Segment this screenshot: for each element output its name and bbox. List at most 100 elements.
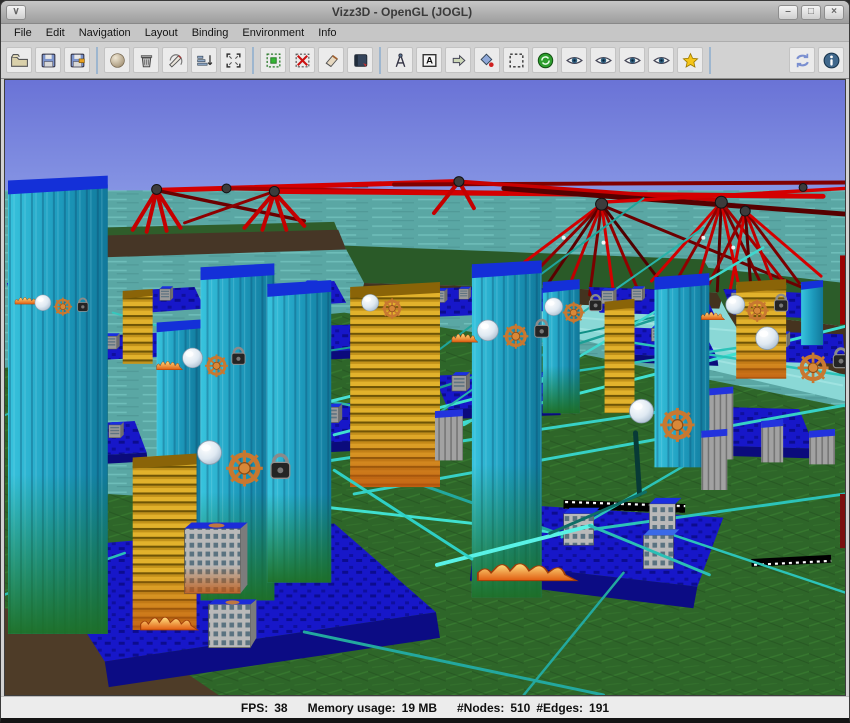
eraser-icon xyxy=(322,51,341,70)
selection-box-icon xyxy=(507,51,526,70)
sync-icon xyxy=(793,51,812,70)
node-filter-button[interactable] xyxy=(474,47,500,73)
ship-wheel-gear-icon xyxy=(660,408,694,442)
open-button[interactable] xyxy=(6,47,32,73)
glass-tower-large[interactable] xyxy=(8,176,108,634)
visibility-4-button[interactable] xyxy=(648,47,674,73)
reset-view-icon xyxy=(536,51,555,70)
sky xyxy=(5,80,845,194)
glass-sphere-icon xyxy=(477,320,498,341)
glass-sphere-icon xyxy=(630,399,654,423)
menu-environment[interactable]: Environment xyxy=(235,26,311,40)
window-menu-button[interactable]: ∨ xyxy=(6,5,26,20)
selection-add-icon xyxy=(264,51,283,70)
ship-wheel-gear-icon xyxy=(205,354,228,377)
select-area-button[interactable] xyxy=(260,47,286,73)
svg-text:A: A xyxy=(426,55,433,66)
scene-svg xyxy=(5,80,845,695)
nodes-value: 510 xyxy=(510,701,530,715)
swap-views-button[interactable] xyxy=(789,47,815,73)
edges-value: 191 xyxy=(589,701,609,715)
nodes-label: #Nodes: xyxy=(457,701,504,715)
maximize-button[interactable]: □ xyxy=(801,5,821,20)
memory-label: Memory usage: xyxy=(308,701,396,715)
add-sphere-button[interactable] xyxy=(104,47,130,73)
measure-button[interactable] xyxy=(387,47,413,73)
close-button[interactable]: × xyxy=(824,5,844,20)
paintbrush-icon xyxy=(166,51,185,70)
reset-view-button[interactable] xyxy=(532,47,558,73)
sort-layers-button[interactable] xyxy=(191,47,217,73)
save-as-button[interactable] xyxy=(64,47,90,73)
menu-edit[interactable]: Edit xyxy=(39,26,72,40)
eraser-button[interactable] xyxy=(318,47,344,73)
titlebar[interactable]: ∨ Vizz3D - OpenGL (JOGL) – □ × xyxy=(1,1,849,24)
step-forward-button[interactable] xyxy=(445,47,471,73)
trash-icon xyxy=(137,51,156,70)
toolbar-separator xyxy=(379,47,381,74)
visibility-3-button[interactable] xyxy=(619,47,645,73)
menu-file[interactable]: File xyxy=(7,26,39,40)
selection-box-button[interactable] xyxy=(503,47,529,73)
fit-view-icon xyxy=(224,51,243,70)
ship-wheel-gear-icon xyxy=(503,324,528,349)
arrow-right-icon xyxy=(449,51,468,70)
glass-sphere-icon xyxy=(756,327,779,350)
edges-label: #Edges: xyxy=(536,701,583,715)
text-label-icon: A xyxy=(420,51,439,70)
ship-wheel-gear-icon xyxy=(226,450,263,486)
menubar: File Edit Navigation Layout Binding Envi… xyxy=(1,24,849,42)
ship-wheel-gear-icon xyxy=(563,302,585,324)
gl-viewport[interactable] xyxy=(4,79,846,696)
info-button[interactable] xyxy=(818,47,844,73)
eye-icon xyxy=(623,51,642,70)
window-title: Vizz3D - OpenGL (JOGL) xyxy=(26,5,778,19)
ship-wheel-gear-icon xyxy=(746,299,769,322)
eye-icon xyxy=(565,51,584,70)
notebook-button[interactable] xyxy=(347,47,373,73)
fit-to-view-button[interactable] xyxy=(220,47,246,73)
folder-open-icon xyxy=(10,51,29,70)
glass-sphere-icon xyxy=(183,348,203,368)
text-label-button[interactable]: A xyxy=(416,47,442,73)
memory-value: 19 MB xyxy=(402,701,437,715)
save-button[interactable] xyxy=(35,47,61,73)
toolbar-separator xyxy=(96,47,98,74)
menu-navigation[interactable]: Navigation xyxy=(72,26,138,40)
statusbar: FPS: 38 Memory usage: 19 MB #Nodes: 510 #Ed… xyxy=(1,696,849,718)
info-icon xyxy=(822,51,841,70)
minimize-button[interactable]: – xyxy=(778,5,798,20)
glass-sphere-icon xyxy=(545,298,563,316)
favorites-button[interactable] xyxy=(677,47,703,73)
glass-sphere-icon xyxy=(198,441,222,465)
node-filter-icon xyxy=(478,51,497,70)
ship-wheel-gear-icon xyxy=(798,352,829,383)
viewport-frame xyxy=(1,79,849,696)
fps-label: FPS: xyxy=(241,701,268,715)
visibility-1-button[interactable] xyxy=(561,47,587,73)
compass-icon xyxy=(391,51,410,70)
visibility-2-button[interactable] xyxy=(590,47,616,73)
glass-sphere-icon xyxy=(35,295,51,311)
menu-binding[interactable]: Binding xyxy=(185,26,236,40)
paint-button[interactable] xyxy=(162,47,188,73)
sphere-icon xyxy=(108,51,127,70)
fps-value: 38 xyxy=(274,701,287,715)
glass-sphere-icon xyxy=(362,294,379,311)
delete-button[interactable] xyxy=(133,47,159,73)
selection-remove-icon xyxy=(293,51,312,70)
layers-sort-icon xyxy=(195,51,214,70)
menu-info[interactable]: Info xyxy=(311,26,343,40)
clear-selection-button[interactable] xyxy=(289,47,315,73)
ship-wheel-gear-icon xyxy=(54,298,72,316)
eye-icon xyxy=(652,51,671,70)
vizz3d-window: ∨ Vizz3D - OpenGL (JOGL) – □ × File Edit… xyxy=(0,0,850,723)
floppy-disk-plus-icon xyxy=(68,51,87,70)
ship-wheel-gear-icon xyxy=(382,298,403,318)
star-icon xyxy=(681,51,700,70)
toolbar: A xyxy=(1,42,849,79)
floppy-disk-icon xyxy=(39,51,58,70)
notebook-icon xyxy=(351,51,370,70)
toolbar-separator xyxy=(252,47,254,74)
menu-layout[interactable]: Layout xyxy=(138,26,185,40)
